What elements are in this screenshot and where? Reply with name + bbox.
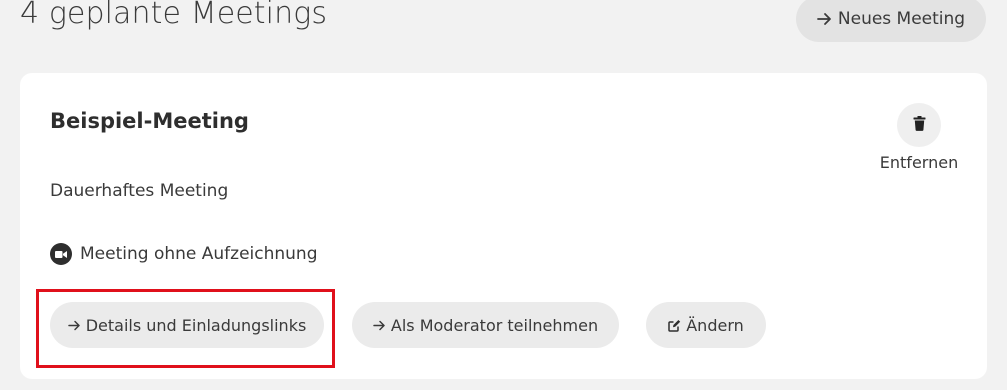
recording-status: Meeting ohne Aufzeichnung (50, 243, 318, 265)
page-title: 4 geplante Meetings (20, 0, 328, 31)
details-invite-links-label: Details und Einladungslinks (85, 315, 307, 335)
delete-label: Entfernen (879, 153, 959, 172)
new-meeting-button[interactable]: Neues Meeting (796, 0, 986, 42)
edit-meeting-button[interactable]: Ändern (646, 302, 766, 348)
join-as-moderator-label: Als Moderator teilnehmen (390, 315, 599, 335)
join-as-moderator-button[interactable]: Als Moderator teilnehmen (352, 302, 619, 348)
edit-icon (668, 319, 681, 332)
arrow-right-icon (67, 320, 81, 331)
arrow-right-icon (373, 320, 386, 331)
recording-status-label: Meeting ohne Aufzeichnung (80, 244, 318, 264)
trash-icon (913, 115, 926, 135)
meeting-card: Beispiel-Meeting Entfernen Dauerhaftes M… (20, 73, 987, 379)
delete-button[interactable] (897, 103, 941, 147)
video-camera-icon (50, 243, 72, 265)
new-meeting-label: Neues Meeting (837, 9, 966, 29)
edit-meeting-label: Ändern (686, 315, 744, 335)
delete-control: Entfernen (876, 103, 962, 172)
details-invite-links-button[interactable]: Details und Einladungslinks (50, 302, 324, 348)
meeting-title: Beispiel-Meeting (50, 109, 249, 133)
arrow-right-icon (816, 12, 833, 26)
meeting-type: Dauerhaftes Meeting (50, 181, 229, 201)
